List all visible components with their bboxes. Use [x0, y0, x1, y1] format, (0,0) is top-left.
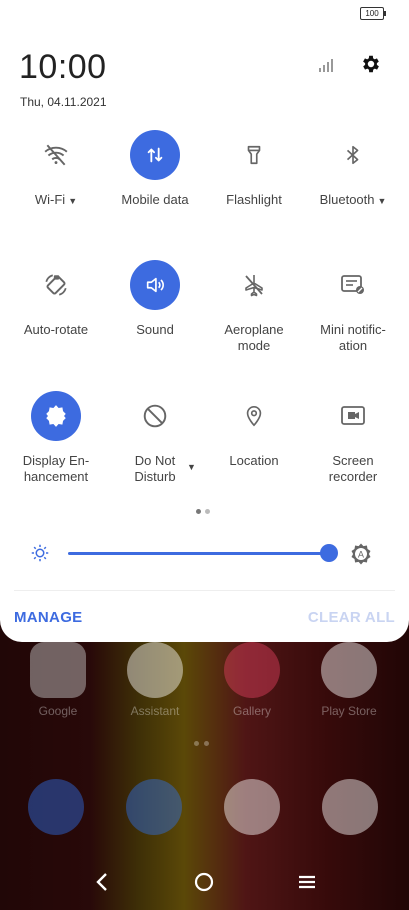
display-enhancement-icon	[31, 391, 81, 441]
app-gallery[interactable]: Gallery	[207, 642, 297, 718]
signal-icon	[319, 59, 333, 72]
tile-mini-notification[interactable]: Mini notific-ation	[303, 260, 403, 354]
back-icon[interactable]	[94, 872, 110, 892]
phone-icon[interactable]	[28, 779, 84, 835]
tile-label: Bluetooth	[319, 192, 375, 207]
tile-flashlight[interactable]: Flashlight	[204, 130, 304, 208]
battery-icon: 100	[360, 7, 386, 20]
auto-rotate-icon	[31, 260, 81, 310]
tile-display-enhancement[interactable]: Display En-hancement	[6, 391, 106, 485]
bluetooth-icon	[328, 130, 378, 180]
manage-button[interactable]: MANAGE	[14, 609, 82, 626]
app-google[interactable]: Google	[13, 642, 103, 718]
recents-menu-icon[interactable]	[297, 874, 317, 890]
tile-aeroplane-mode[interactable]: Aeroplane mode	[204, 260, 304, 354]
tile-auto-rotate[interactable]: Auto-rotate	[6, 260, 106, 338]
page-indicator	[196, 509, 210, 514]
tile-mobile-data[interactable]: Mobile data	[105, 130, 205, 208]
screen-recorder-icon	[328, 391, 378, 441]
svg-text:A: A	[358, 551, 365, 561]
clock: 10:00	[19, 48, 107, 86]
tile-screen-recorder[interactable]: Screen recorder	[303, 391, 403, 485]
app-label: Gallery	[232, 704, 271, 718]
tile-label-line2: hancement	[23, 469, 89, 484]
brightness-slider-track[interactable]	[68, 552, 330, 555]
tile-label-line2: ation	[338, 338, 368, 353]
clear-all-button[interactable]: CLEAR ALL	[308, 609, 395, 626]
tile-label-line2: recorder	[328, 469, 378, 484]
tile-label: Sound	[136, 322, 174, 337]
location-icon	[229, 391, 279, 441]
messages-icon[interactable]	[126, 779, 182, 835]
mini-notification-icon	[328, 260, 378, 310]
quick-settings-panel: 10:00 Thu, 04.11.2021 Wi-Fi ▼ Mobile data…	[0, 0, 409, 642]
tile-label: Mobile data	[121, 192, 189, 207]
brightness-slider-thumb[interactable]	[320, 544, 339, 562]
app-label: Play Store	[321, 704, 377, 718]
dropdown-caret-icon: ▼	[68, 196, 78, 206]
app-assistant[interactable]: Assistant	[110, 642, 200, 718]
tile-label-line2: mode	[237, 338, 271, 353]
dropdown-caret-icon[interactable]: ▼	[187, 462, 196, 472]
home-page-indicator	[194, 741, 209, 746]
date: Thu, 04.11.2021	[20, 95, 107, 109]
sound-icon	[130, 260, 180, 310]
tile-label: Auto-rotate	[23, 322, 89, 337]
tile-label-line1: Display En-	[22, 453, 90, 468]
tile-bluetooth[interactable]: Bluetooth ▼	[303, 130, 403, 209]
tile-label: Wi-Fi	[34, 192, 66, 207]
tile-location[interactable]: Location	[204, 391, 304, 469]
camera-icon[interactable]	[322, 779, 378, 835]
tile-label: Location	[229, 453, 279, 468]
divider	[14, 590, 395, 591]
dropdown-caret-icon: ▼	[377, 196, 387, 206]
do-not-disturb-icon	[130, 391, 180, 441]
navigation-bar	[0, 860, 409, 906]
app-label: Assistant	[130, 704, 180, 718]
app-label: Google	[38, 704, 78, 718]
brightness-low-icon	[31, 544, 49, 562]
tile-label-line1: Do Not	[134, 453, 176, 468]
settings-gear-icon[interactable]	[360, 53, 382, 75]
app-play-store[interactable]: Play Store	[304, 642, 394, 718]
home-icon[interactable]	[194, 872, 214, 892]
status-bar: 100	[0, 0, 409, 28]
tile-label-line1: Screen	[332, 453, 374, 468]
tile-label-line2: Disturb	[134, 469, 176, 484]
tile-label-line1: Mini notific-	[320, 322, 386, 337]
tile-wifi[interactable]: Wi-Fi ▼	[6, 130, 106, 209]
mobile-data-icon	[130, 130, 180, 180]
wifi-off-icon	[31, 130, 81, 180]
chrome-icon[interactable]	[224, 779, 280, 835]
auto-brightness-icon[interactable]: A	[349, 542, 373, 566]
tile-sound[interactable]: Sound	[105, 260, 205, 338]
aeroplane-icon	[229, 260, 279, 310]
flashlight-icon	[229, 130, 279, 180]
tile-label-line1: Aeroplane	[224, 322, 284, 337]
tile-label: Flashlight	[226, 192, 282, 207]
